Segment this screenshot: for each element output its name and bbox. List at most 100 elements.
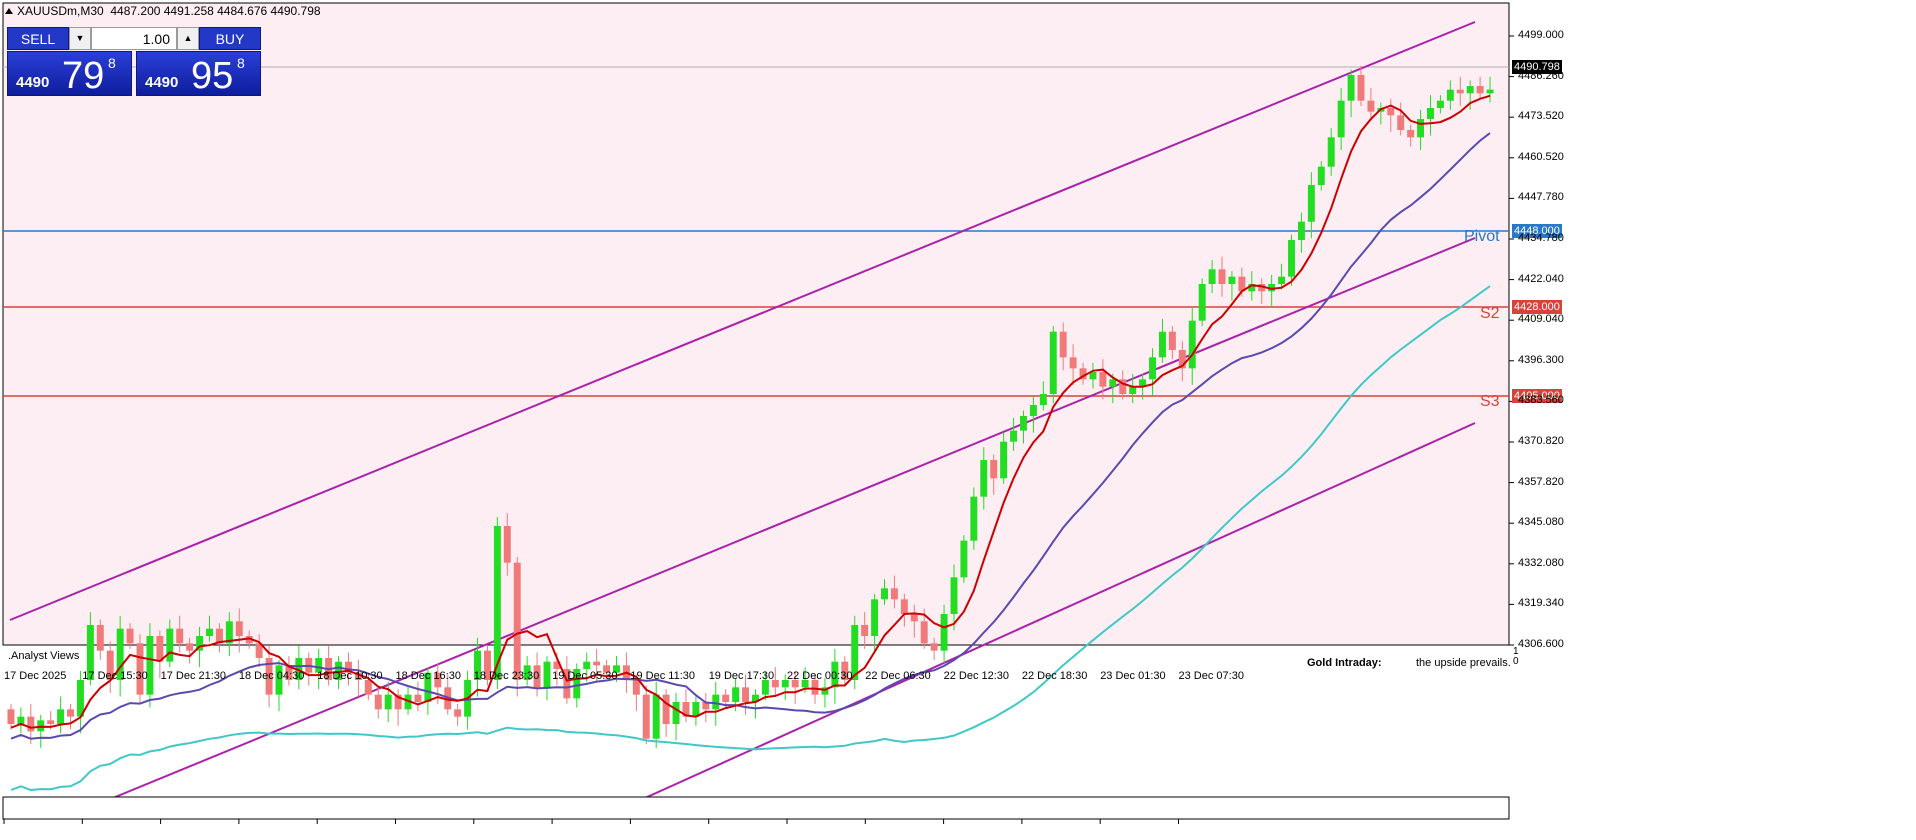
candle-body [940,614,948,651]
sell-price-prefix: 4490 [16,74,50,91]
candle-body [1436,100,1444,108]
candle-body [1129,386,1137,394]
candle-body [890,588,898,600]
sub-pane-frame [2,796,1510,820]
candle-body [1069,357,1077,369]
candle-body [861,625,869,636]
time-axis-label: 19 Dec 11:30 [630,670,696,682]
candle-body [1476,86,1484,94]
chart-header: XAUUSDm,M30 4487.200 4491.258 4484.676 4… [17,4,321,18]
candle-body [1000,441,1008,479]
price-axis-label: 4499.000 [1518,29,1564,41]
candle-body [1278,276,1286,284]
candle-body [1010,430,1018,442]
candle-body [186,643,194,651]
candle-body [722,694,730,702]
price-axis-label: 4306.600 [1518,638,1564,650]
candle-body [1029,405,1037,416]
candle-body [583,661,591,669]
buy-price-box[interactable]: 4490 95 8 [136,51,261,96]
ohlc-values: 4487.200 4491.258 4484.676 4490.798 [110,4,321,18]
time-axis-label: 22 Dec 12:30 [943,670,1010,682]
candle-body [732,687,740,702]
candle-body [1446,89,1454,101]
price-chart[interactable] [0,0,1916,840]
time-axis-label: 23 Dec 07:30 [1178,670,1244,682]
candle-body [1486,89,1494,94]
candle-body [980,460,988,497]
collapse-triangle-icon[interactable] [5,8,13,14]
candle-body [1198,284,1206,321]
price-axis-label: 4370.820 [1518,435,1564,447]
candle-body [662,694,670,724]
time-axis-ticks [3,819,1179,824]
sub-scale-bottom: 0 [1513,656,1519,667]
price-axis-label: 4345.080 [1518,516,1564,529]
candle-body [414,694,422,702]
candle-body [7,709,15,724]
lot-size-input[interactable] [91,27,177,50]
candle-body [17,716,25,724]
time-axis-label: 18 Dec 23:30 [473,670,540,682]
price-axis-label: 4447.780 [1518,191,1564,204]
candle-body [1049,331,1057,394]
time-axis-label: 17 Dec 21:30 [160,670,227,682]
candle-body [1208,269,1216,284]
analyst-text: the upside prevails. [1416,657,1511,669]
candle-body [126,628,134,644]
candle-body [1387,108,1395,116]
candle-body [920,621,928,644]
candle-body [1327,137,1335,167]
candle-body [642,694,650,739]
candle-body [990,460,998,479]
candle-body [1466,86,1474,94]
candle-body [1228,276,1236,284]
candle-body [503,526,511,563]
price-axis-ticks [1509,35,1514,646]
candle-body [881,588,888,600]
sell-button[interactable]: SELL [7,27,69,50]
price-axis-label: 4409.040 [1518,313,1564,326]
candle-body [454,709,462,717]
buy-button[interactable]: BUY [199,27,261,50]
candle-body [1218,269,1226,284]
candle-body [235,621,243,636]
candle-body [1158,331,1166,358]
price-axis-label: 4357.820 [1518,475,1564,488]
candle-body [206,628,213,636]
price-axis-label: 4460.520 [1518,150,1564,163]
pivot-label: Pivot [1464,228,1500,245]
candle-body [1367,100,1375,112]
candle-body [136,643,144,695]
candle-body [1317,166,1325,185]
time-axis-label: 19 Dec 05:30 [552,670,618,682]
candle-body [176,628,184,644]
candle-body [1456,89,1464,94]
lot-increase-icon[interactable]: ▲ [177,27,199,50]
candle-body [1188,320,1196,369]
price-axis-label: 4396.300 [1518,353,1564,366]
candle-body [1427,108,1434,119]
price-axis-label: 4486.260 [1518,69,1564,82]
time-axis-label: 22 Dec 00:30 [787,670,853,682]
candle-body [1417,119,1425,138]
candle-body [1020,416,1027,431]
buy-price-prefix: 4490 [145,74,179,91]
sell-price-main: 79 [62,55,105,97]
sub-pane-label: .Analyst Views [8,650,80,662]
sell-price-box[interactable]: 4490 79 8 [7,51,132,96]
candle-body [593,661,601,666]
one-click-trading-panel: SELL ▼ ▲ BUY 4490 79 8 4490 95 8 [7,27,261,96]
candle-body [1407,130,1415,138]
time-axis-label: 18 Dec 10:30 [317,670,383,682]
lot-decrease-icon[interactable]: ▼ [69,27,91,50]
s2-label: S2 [1480,305,1500,322]
analyst-title: Gold Intraday: [1307,657,1382,669]
candle-body [27,716,35,732]
candle-body [364,680,372,695]
candle-body [910,614,918,622]
candle-body [811,680,819,695]
buy-price-main: 95 [191,55,234,97]
candle-body [1168,331,1176,350]
price-axis-label: 4332.080 [1518,556,1564,569]
